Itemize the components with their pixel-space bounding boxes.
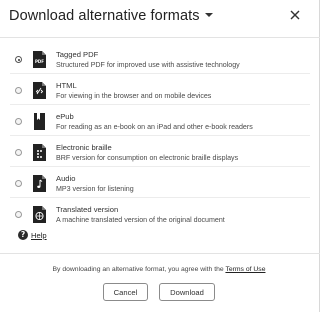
download-button[interactable]: Download	[159, 283, 215, 301]
translate-file-icon	[33, 206, 46, 223]
divider	[10, 73, 310, 74]
epub-file-icon	[33, 113, 46, 130]
radio-tagged-pdf[interactable]	[15, 56, 22, 63]
pdf-icon-text: PDF	[35, 59, 44, 64]
help-link[interactable]: Help	[31, 231, 47, 240]
option-description: Structured PDF for improved use with ass…	[56, 61, 240, 69]
cancel-button[interactable]: Cancel	[103, 283, 148, 301]
close-icon	[290, 10, 300, 20]
pdf-file-icon: PDF	[33, 51, 46, 68]
option-description: A machine translated version of the orig…	[56, 216, 225, 224]
braille-file-icon	[33, 144, 46, 161]
dialog-header: Download alternative formats	[0, 0, 320, 38]
option-title: Tagged PDF	[56, 50, 99, 59]
radio-audio[interactable]	[15, 180, 22, 187]
format-option-translated-version[interactable]: Translated version A machine translated …	[10, 202, 310, 232]
option-description: BRF version for consumption on electroni…	[56, 154, 239, 162]
option-title: Audio	[56, 174, 76, 183]
radio-translated-version[interactable]	[15, 211, 22, 218]
html-file-icon	[33, 82, 46, 99]
option-description: MP3 version for listening	[56, 185, 134, 193]
radio-epub[interactable]	[15, 118, 22, 125]
option-description: For reading as an e-book on an iPad and …	[56, 123, 253, 131]
option-title: Electronic braille	[56, 143, 112, 152]
question-circle-icon: ?	[18, 230, 28, 240]
radio-html[interactable]	[15, 87, 22, 94]
option-title: HTML	[56, 81, 77, 90]
option-title: ePub	[56, 112, 74, 121]
close-button[interactable]	[288, 8, 302, 22]
divider	[10, 197, 310, 198]
agreement-prefix: By downloading an alternative format, yo…	[52, 266, 226, 273]
dialog-title: Download alternative formats	[9, 8, 200, 24]
option-title: Translated version	[56, 205, 119, 214]
option-description: For viewing in the browser and on mobile…	[56, 92, 212, 100]
download-formats-dialog: Download alternative formats PDF Tagged …	[0, 0, 320, 312]
audio-file-icon	[33, 175, 46, 192]
radio-electronic-braille[interactable]	[15, 149, 22, 156]
dialog-title-dropdown[interactable]: Download alternative formats	[9, 8, 213, 24]
caret-down-icon	[204, 13, 213, 17]
divider	[10, 166, 310, 167]
footer-divider	[0, 253, 320, 254]
divider	[10, 135, 310, 136]
divider	[10, 104, 310, 105]
terms-of-use-link[interactable]: Terms of Use	[225, 266, 265, 273]
agreement-text: By downloading an alternative format, yo…	[0, 266, 318, 273]
